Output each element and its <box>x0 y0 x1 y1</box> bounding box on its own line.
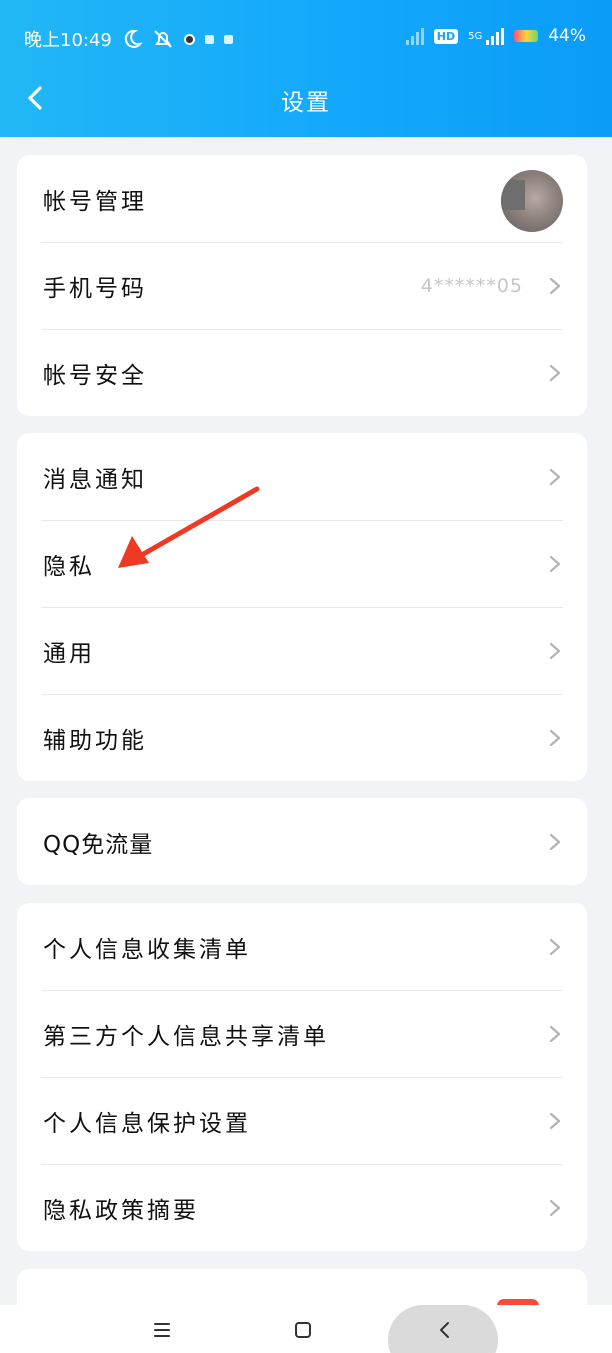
moon-icon <box>124 29 142 48</box>
chevron-right-icon <box>549 1112 561 1129</box>
chevron-right-icon <box>549 642 561 659</box>
row-label: 第三方个人信息共享清单 <box>43 1023 329 1050</box>
app-notification-icon <box>183 33 195 45</box>
wifi-signal-icon <box>405 27 424 45</box>
settings-group-general: 消息通知 隐私 通用 辅助功能 <box>17 433 587 781</box>
settings-row-phone-number[interactable]: 手机号码 4******05 <box>17 242 587 329</box>
bell-muted-icon <box>154 30 172 48</box>
row-label: 帐号管理 <box>43 188 147 215</box>
app-header: 晚上10:49 HD 5G 44% 设置 <box>0 0 612 137</box>
settings-group-data: QQ免流量 <box>17 798 587 885</box>
settings-group-account: 帐号管理 手机号码 4******05 帐号安全 <box>17 155 587 416</box>
status-bar: 晚上10:49 HD 5G 44% <box>0 20 612 60</box>
row-label: 通用 <box>43 640 95 667</box>
chevron-right-icon <box>549 468 561 485</box>
chevron-right-icon <box>549 938 561 955</box>
chevron-right-icon <box>549 555 561 572</box>
page-title: 设置 <box>281 90 331 116</box>
row-label: QQ免流量 <box>43 831 154 858</box>
home-square-icon <box>295 1322 311 1338</box>
chevron-right-icon <box>549 729 561 746</box>
battery-level: 44% <box>548 26 586 46</box>
settings-row-third-party-sharing-list[interactable]: 第三方个人信息共享清单 <box>17 990 587 1077</box>
row-label: 隐私 <box>43 553 95 580</box>
settings-row-info-collection-list[interactable]: 个人信息收集清单 <box>17 903 587 990</box>
app-notification-icon <box>204 34 214 44</box>
row-label: 隐私政策摘要 <box>43 1197 199 1224</box>
settings-row-accessibility[interactable]: 辅助功能 <box>17 694 587 781</box>
chevron-right-icon <box>549 1199 561 1216</box>
settings-row-notifications[interactable]: 消息通知 <box>17 433 587 520</box>
settings-row-privacy-policy-summary[interactable]: 隐私政策摘要 <box>17 1164 587 1251</box>
settings-row-info-protection[interactable]: 个人信息保护设置 <box>17 1077 587 1164</box>
row-label: 个人信息保护设置 <box>43 1110 251 1137</box>
row-label: 消息通知 <box>43 466 147 493</box>
settings-row-general[interactable]: 通用 <box>17 607 587 694</box>
row-label: 辅助功能 <box>43 727 147 754</box>
system-nav-bar <box>0 1305 612 1353</box>
phone-number-value: 4******05 <box>420 274 523 297</box>
app-notification-icon <box>223 34 233 44</box>
row-label: 帐号安全 <box>43 362 147 389</box>
chevron-right-icon <box>549 364 561 381</box>
row-label: 手机号码 <box>43 275 147 302</box>
chevron-left-icon <box>440 1322 449 1338</box>
settings-group-personal-info: 个人信息收集清单 第三方个人信息共享清单 个人信息保护设置 隐私政策摘要 <box>17 903 587 1251</box>
settings-row-account-management[interactable]: 帐号管理 <box>17 155 587 242</box>
nav-home-button[interactable] <box>283 1315 323 1345</box>
nav-back-button[interactable] <box>425 1315 465 1345</box>
chevron-right-icon <box>549 277 561 294</box>
status-left: 晚上10:49 <box>24 26 233 52</box>
cell-signal-icon <box>486 27 505 45</box>
status-right: HD 5G 44% <box>405 26 586 46</box>
hd-badge: HD <box>433 28 459 44</box>
chevron-right-icon <box>549 1025 561 1042</box>
chevron-right-icon <box>549 833 561 850</box>
settings-row-free-data[interactable]: QQ免流量 <box>17 798 587 885</box>
nav-menu-button[interactable] <box>142 1315 182 1345</box>
avatar <box>501 170 563 232</box>
nav-bar: 设置 <box>0 72 612 124</box>
settings-row-privacy[interactable]: 隐私 <box>17 520 587 607</box>
status-time: 晚上10:49 <box>24 30 112 51</box>
network-type: 5G <box>468 30 483 42</box>
settings-row-account-security[interactable]: 帐号安全 <box>17 329 587 416</box>
menu-icon <box>154 1323 170 1337</box>
row-label: 个人信息收集清单 <box>43 936 251 963</box>
battery-icon <box>514 30 539 42</box>
